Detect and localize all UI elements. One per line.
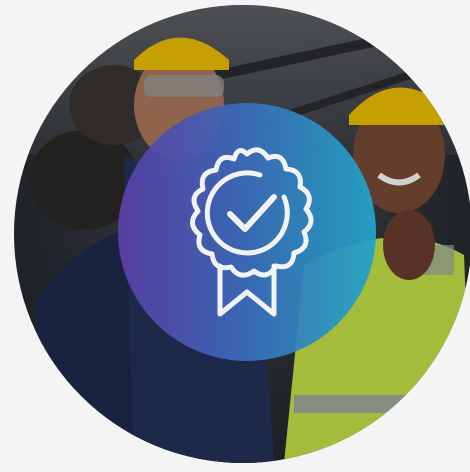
badge-circle	[118, 103, 376, 361]
certification-badge-icon	[190, 147, 314, 317]
